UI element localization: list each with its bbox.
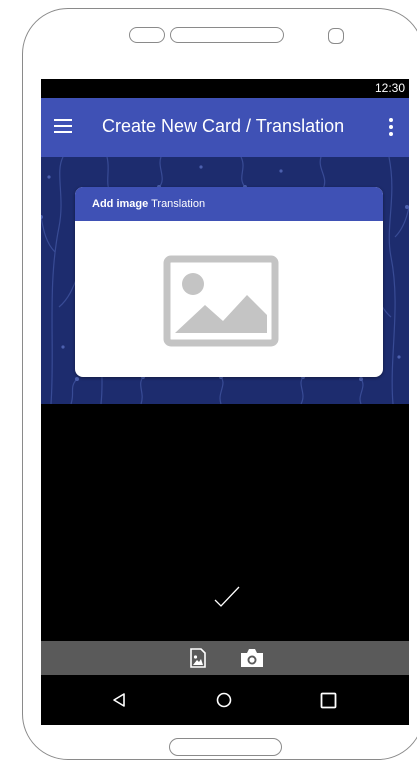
status-bar: 12:30	[41, 79, 409, 98]
navigation-bar	[41, 675, 409, 725]
back-triangle-icon[interactable]	[111, 692, 127, 708]
card-header-text: Add image Translation	[92, 198, 205, 210]
image-placeholder-icon[interactable]	[163, 255, 279, 347]
checkmark-icon[interactable]	[213, 584, 241, 612]
card-background: Add image Translation	[41, 157, 409, 404]
status-time: 12:30	[374, 81, 405, 95]
bottom-toolbar	[41, 641, 409, 675]
gallery-icon[interactable]	[189, 648, 207, 668]
phone-screen: 12:30 Create New Card / Translation Add …	[41, 79, 409, 725]
app-title: Create New Card / Translation	[102, 116, 345, 136]
home-circle-icon[interactable]	[216, 692, 232, 708]
app-bar: Create New Card / Translation	[41, 98, 409, 157]
card-header-rest: Translation	[148, 198, 206, 210]
content-area	[41, 404, 409, 641]
hamburger-menu-icon[interactable]	[54, 119, 72, 133]
front-camera	[328, 28, 344, 44]
recent-apps-icon[interactable]	[320, 692, 337, 709]
more-vert-icon[interactable]	[386, 116, 396, 138]
card-header: Add image Translation	[75, 187, 383, 221]
camera-icon[interactable]	[240, 648, 264, 668]
hardware-home-button	[169, 738, 282, 756]
earpiece-speaker	[170, 27, 284, 43]
translation-card: Add image Translation	[75, 187, 383, 377]
card-header-bold: Add image	[92, 198, 149, 210]
sensor-oval	[129, 27, 165, 43]
